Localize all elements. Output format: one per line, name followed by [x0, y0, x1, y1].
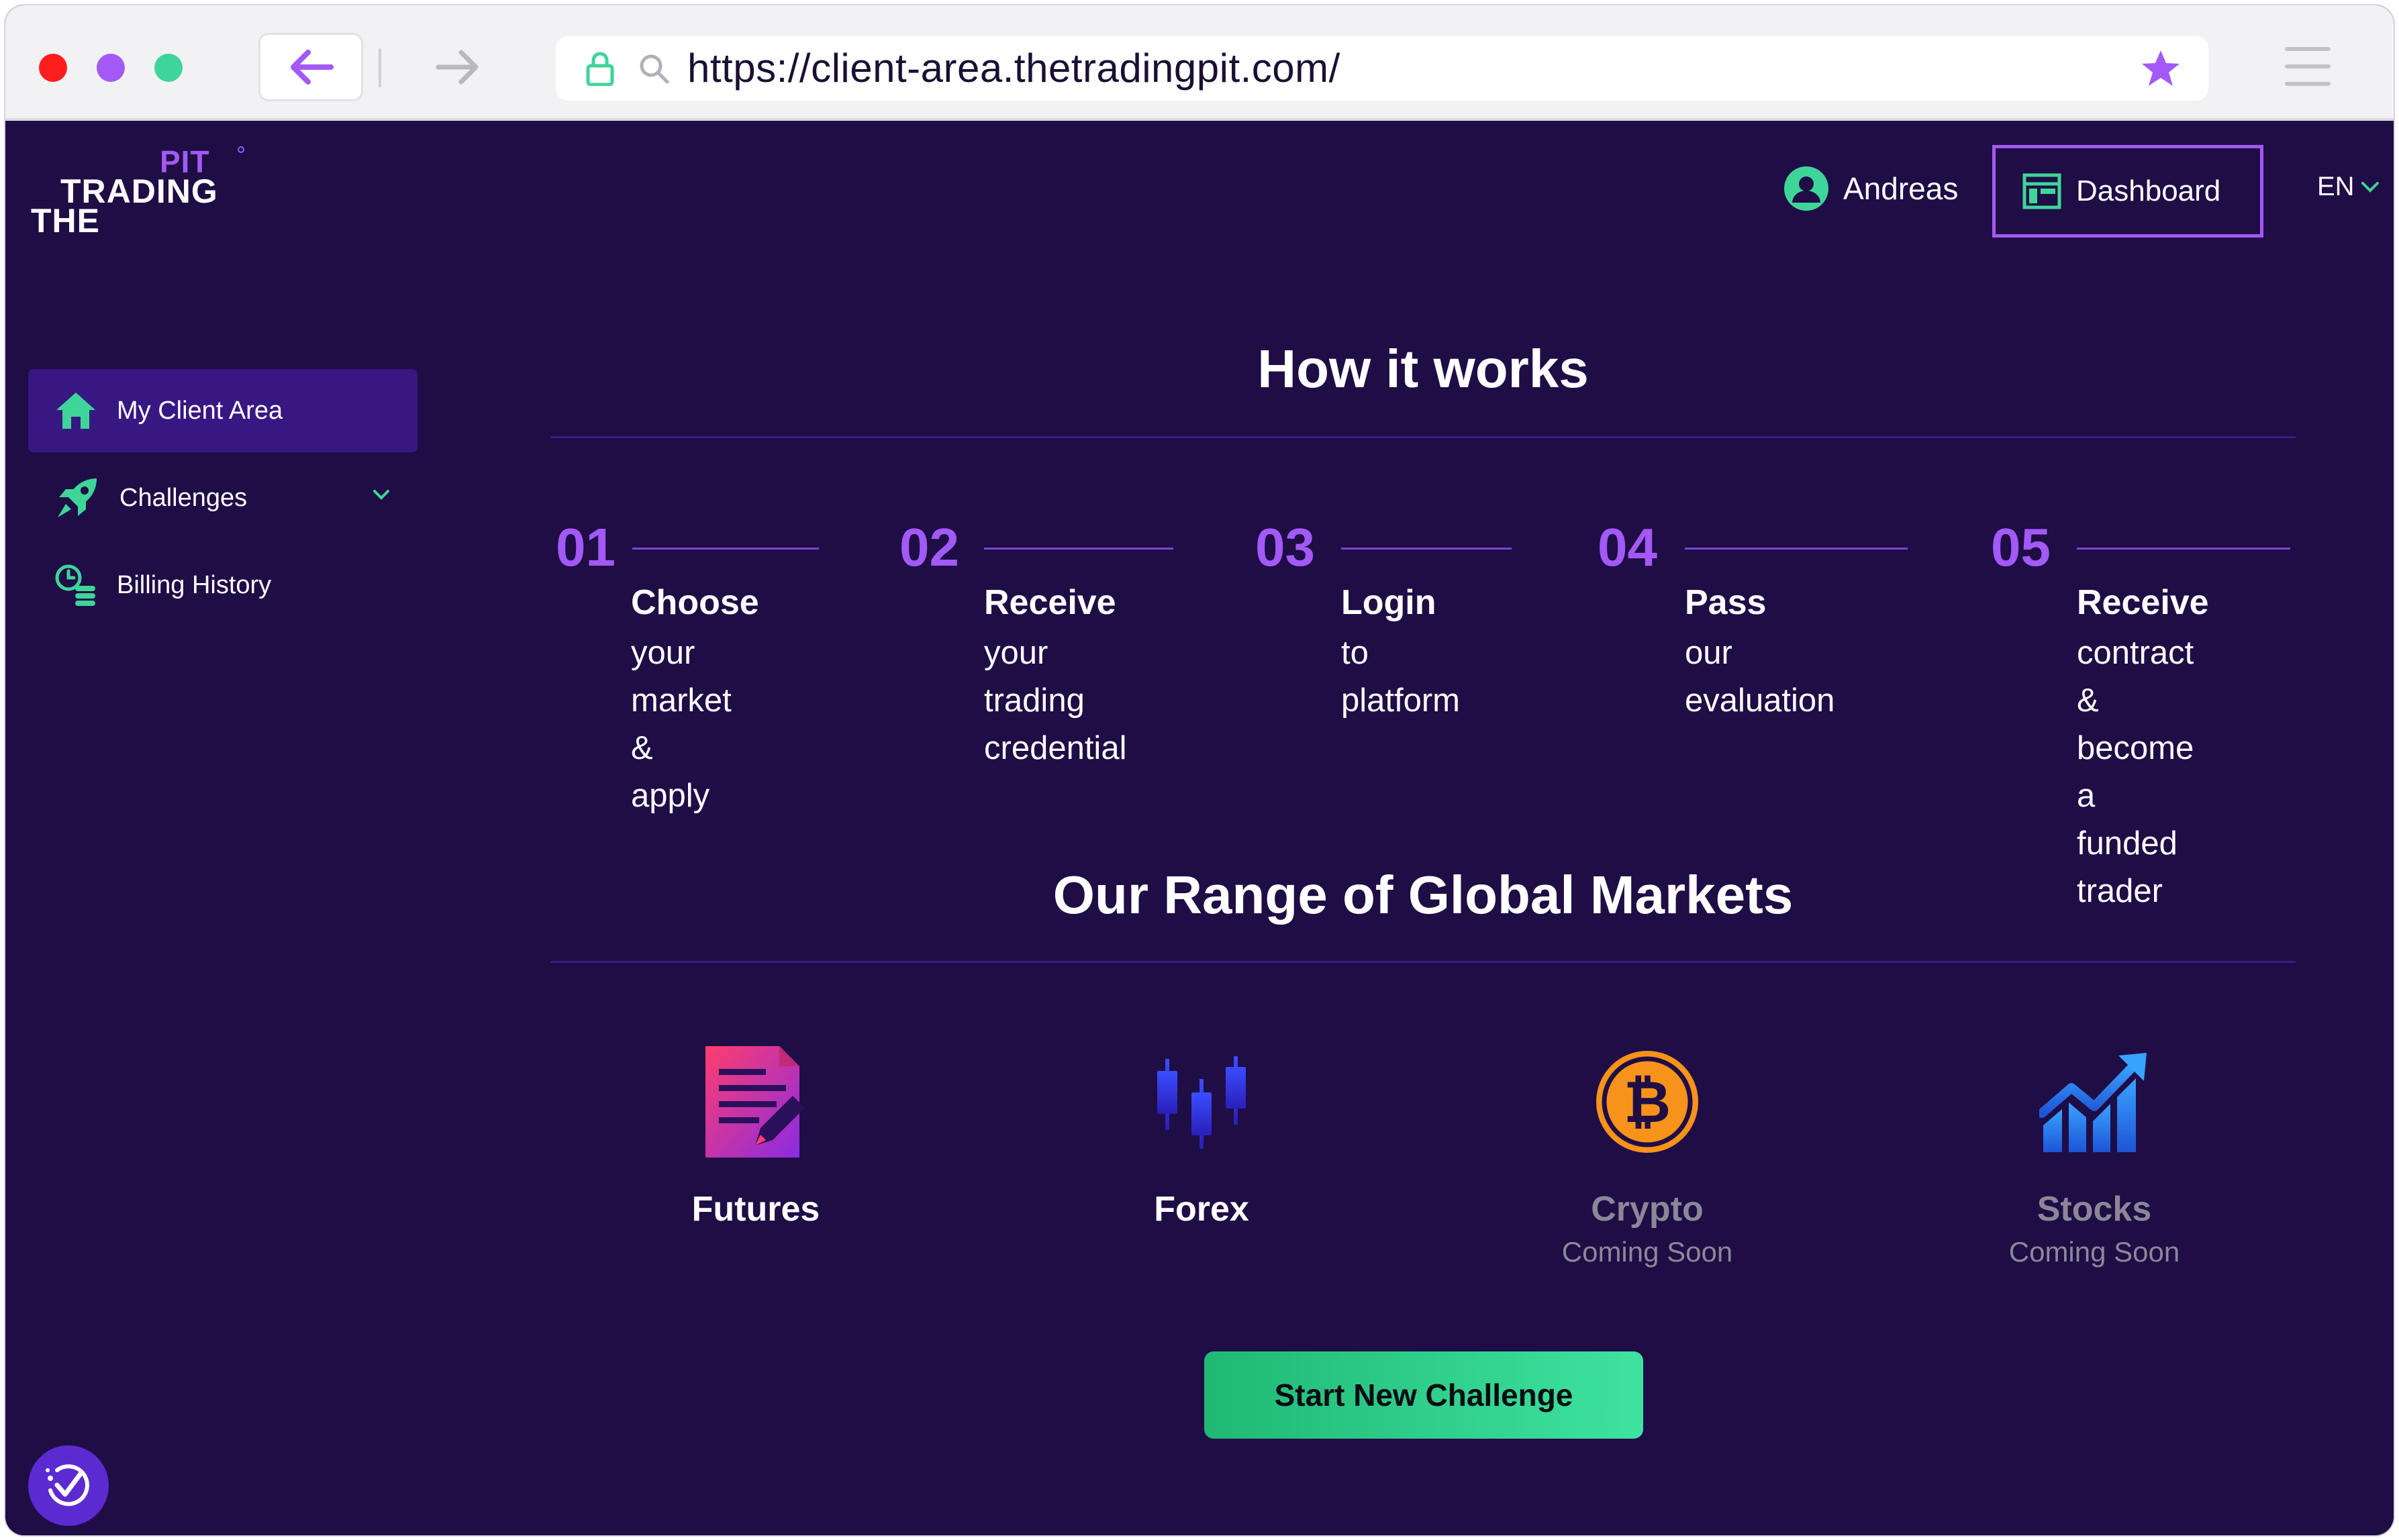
sidebar-item-label: Billing History [117, 570, 272, 599]
language-label: EN [2317, 172, 2355, 201]
step-description-line: your trading [984, 635, 1085, 719]
step-description-line: our evaluation [1685, 635, 1835, 719]
step-description-line: become a [2077, 730, 2194, 814]
sidebar: My Client Area Challenges Billing Histor… [28, 369, 418, 631]
logo-registered-mark [238, 146, 244, 153]
how-it-works-title: How it works [1257, 339, 1589, 399]
chevron-down-icon[interactable] [372, 489, 391, 501]
step-line [2077, 548, 2290, 550]
dashboard-label: Dashboard [2076, 174, 2221, 207]
sidebar-item-challenges[interactable]: Challenges [28, 456, 418, 540]
stocks-chart-icon [2039, 1053, 2147, 1152]
user-avatar-icon [1784, 166, 1828, 211]
browser-menu-icon[interactable] [2285, 47, 2331, 99]
market-name: Futures [691, 1190, 820, 1229]
home-icon [56, 393, 95, 429]
step-line [1685, 548, 1908, 550]
step-heading: Receive [984, 583, 1116, 622]
section-divider [550, 436, 2296, 438]
sidebar-item-label: Challenges [119, 483, 248, 512]
market-name: Crypto [1591, 1190, 1704, 1229]
bitcoin-icon: ₿ [1596, 1051, 1698, 1153]
market-futures[interactable]: Futures [615, 1041, 897, 1229]
step-number: 05 [1991, 517, 2051, 577]
arrow-left-icon [291, 50, 334, 85]
step-description: our evaluation [1685, 629, 1834, 725]
start-new-challenge-button[interactable]: Start New Challenge [1204, 1351, 1643, 1439]
step-description-line: your market [631, 635, 732, 719]
markets-title: Our Range of Global Markets [1052, 865, 1794, 925]
browser-toolbar: https://client-area.thetradingpit.com/ [5, 5, 2394, 121]
step-line [984, 548, 1173, 550]
user-menu[interactable]: Andreas [1784, 166, 1958, 211]
sidebar-item-label: My Client Area [117, 396, 283, 425]
step-number: 02 [899, 517, 959, 577]
language-selector[interactable]: EN [2317, 172, 2380, 202]
futures-document-icon [705, 1046, 805, 1158]
forex-candlestick-icon [1157, 1056, 1246, 1149]
client-area-app: PIT TRADING THE Andreas Dashboard EN My … [5, 123, 2394, 1535]
close-window-button[interactable] [39, 54, 67, 82]
user-name: Andreas [1843, 171, 1959, 206]
url-text[interactable]: https://client-area.thetradingpit.com/ [687, 44, 1340, 93]
step-heading: Login [1341, 583, 1436, 622]
address-bar[interactable]: https://client-area.thetradingpit.com/ [556, 36, 2208, 101]
svg-text:₿: ₿ [1624, 1069, 1671, 1136]
coming-soon-label: Coming Soon [2008, 1236, 2180, 1268]
step-number: 03 [1255, 517, 1315, 577]
step-number: 04 [1598, 517, 1657, 577]
market-crypto: ₿ Crypto Coming Soon [1506, 1041, 1788, 1268]
step-heading: Pass [1685, 583, 1767, 622]
step-description-line: contract & [2077, 635, 2194, 719]
step-line [1341, 548, 1512, 550]
step-description-line: & apply [631, 730, 710, 814]
logo-the-text: THE [31, 202, 100, 240]
sidebar-item-my-client-area[interactable]: My Client Area [28, 369, 418, 452]
forward-button[interactable] [408, 35, 509, 99]
step-line [632, 548, 819, 550]
billing-icon [55, 564, 95, 606]
sidebar-item-billing-history[interactable]: Billing History [28, 544, 418, 627]
market-forex[interactable]: Forex [1061, 1041, 1342, 1229]
arrow-right-icon [436, 50, 479, 85]
dashboard-icon [2022, 173, 2061, 209]
search-icon [640, 54, 669, 84]
chevron-down-icon [2361, 181, 2379, 193]
step-description-line: credential [984, 730, 1127, 766]
back-button[interactable] [260, 35, 361, 99]
step-description: your trading credential [984, 629, 1126, 772]
section-divider [550, 961, 2296, 963]
verification-badge-button[interactable] [28, 1445, 109, 1526]
maximize-window-button[interactable] [154, 54, 183, 82]
the-trading-pit-logo[interactable]: PIT TRADING THE [28, 144, 244, 240]
rocket-icon [58, 478, 97, 517]
market-name: Stocks [2037, 1190, 2152, 1229]
market-stocks: Stocks Coming Soon [1953, 1041, 2235, 1268]
step-heading: Receive [2077, 583, 2209, 622]
step-heading: Choose [631, 583, 759, 622]
step-description-line: to platform [1341, 635, 1461, 719]
step-description: to platform [1341, 629, 1460, 725]
dashboard-button[interactable]: Dashboard [1992, 145, 2263, 238]
minimize-window-button[interactable] [97, 54, 125, 82]
step-description: your market & apply [631, 629, 732, 820]
coming-soon-label: Coming Soon [1561, 1236, 1733, 1268]
step-number: 01 [556, 517, 616, 577]
lock-icon [586, 52, 614, 86]
browser-window: https://client-area.thetradingpit.com/ P… [5, 5, 2394, 1535]
bookmark-star-icon[interactable] [2140, 48, 2182, 89]
toolbar-divider [379, 48, 381, 87]
check-badge-icon [46, 1464, 89, 1506]
market-name: Forex [1154, 1190, 1249, 1229]
